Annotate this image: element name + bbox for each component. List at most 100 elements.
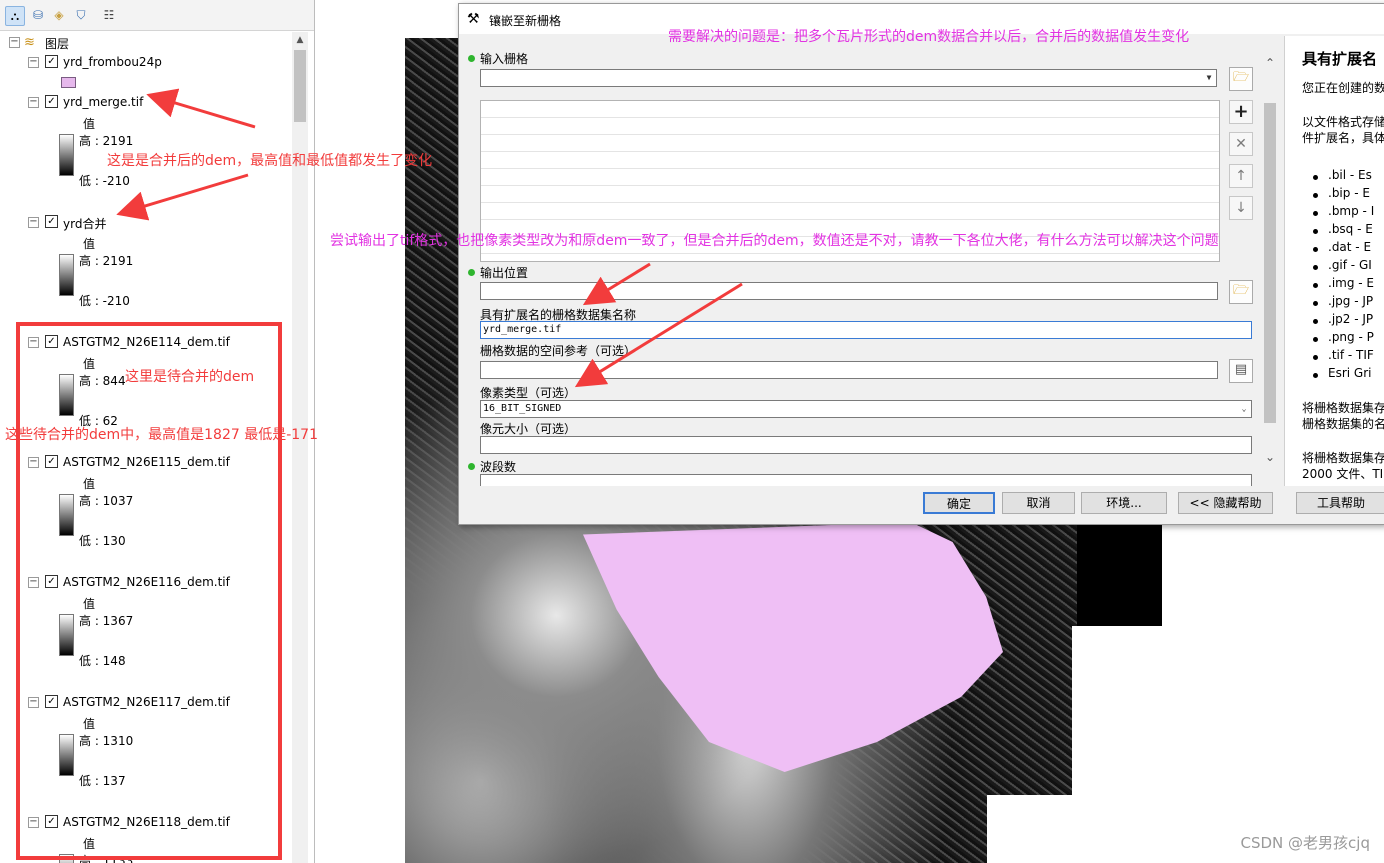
layer-visibility-checkbox[interactable]: ✓ [45, 95, 58, 108]
help-paragraph: 您正在创建的数 [1302, 81, 1384, 95]
legend-value-label: 值 [83, 717, 96, 731]
layer-name[interactable]: ASTGTM2_N26E114_dem.tif [63, 335, 230, 349]
remove-icon[interactable]: ✕ [1229, 132, 1253, 156]
spatial-reference-input[interactable] [480, 361, 1218, 379]
options-icon[interactable]: ☷ [100, 6, 118, 24]
browse-folder-icon[interactable]: 🗁 [1229, 280, 1253, 304]
layer-name[interactable]: yrd_merge.tif [63, 95, 143, 109]
hammer-icon: ⚒ [467, 11, 480, 27]
list-by-source-icon[interactable]: ⛁ [29, 6, 47, 24]
cancel-button[interactable]: 取消 [1002, 492, 1075, 514]
toc-scroll-thumb[interactable] [294, 50, 306, 122]
format-item: .bsq - E [1328, 222, 1373, 236]
layer-name[interactable]: yrd合并 [63, 215, 106, 232]
output-location-input[interactable] [480, 282, 1218, 300]
legend-value-label: 值 [83, 357, 96, 371]
dialog-title: 镶嵌至新栅格 [489, 14, 562, 28]
list-by-selection-icon[interactable]: ⛉ [72, 6, 90, 24]
layer-visibility-checkbox[interactable]: ✓ [45, 575, 58, 588]
grayscale-ramp[interactable] [59, 734, 74, 776]
legend-value-label: 值 [83, 837, 96, 851]
list-by-visibility-icon[interactable]: ◈ [50, 6, 68, 24]
pending-dem-highlight-box [16, 322, 282, 860]
layer-collapse-toggle[interactable]: − [28, 337, 39, 348]
layer-collapse-toggle[interactable]: − [28, 217, 39, 228]
layer-name[interactable]: ASTGTM2_N26E117_dem.tif [63, 695, 230, 709]
pixel-type-select[interactable]: 16_BIT_SIGNED ⌄ [480, 400, 1252, 418]
layer-collapse-toggle[interactable]: − [28, 817, 39, 828]
scroll-up-arrow-icon[interactable]: ⌃ [1262, 56, 1278, 70]
grayscale-ramp[interactable] [59, 494, 74, 536]
layer-visibility-checkbox[interactable]: ✓ [45, 695, 58, 708]
layer-name[interactable]: ASTGTM2_N26E115_dem.tif [63, 455, 230, 469]
dialog-button-bar: 确定 取消 环境... << 隐藏帮助 工具帮助 [459, 486, 1384, 524]
output-location-label: 输出位置 [480, 266, 529, 280]
required-dot-icon [468, 463, 475, 470]
hide-help-button[interactable]: << 隐藏帮助 [1178, 492, 1273, 514]
help-panel: 具有扩展名 您正在创建的数 以文件格式存储 件扩展名，具体 .bil - Es … [1284, 36, 1384, 486]
add-icon[interactable]: + [1229, 100, 1253, 124]
input-rasters-combo[interactable]: ▼ [480, 69, 1217, 87]
scroll-up-arrow-icon[interactable]: ▲ [292, 32, 308, 48]
layers-icon: ≋ [24, 35, 35, 50]
layer-name[interactable]: ASTGTM2_N26E116_dem.tif [63, 575, 230, 589]
layer-visibility-checkbox[interactable]: ✓ [45, 215, 58, 228]
move-up-icon[interactable]: ↑ [1229, 164, 1253, 188]
format-item: .bil - Es [1328, 168, 1372, 182]
bullet-dot [1313, 373, 1318, 378]
legend-value-label: 值 [83, 237, 96, 251]
help-paragraph: 将栅格数据集存 [1302, 451, 1384, 465]
browse-folder-icon[interactable]: 🗁 [1229, 67, 1253, 91]
list-by-drawing-order-icon[interactable]: ⛬ [5, 6, 25, 26]
layer-visibility-checkbox[interactable]: ✓ [45, 455, 58, 468]
pending-dem-annotation: 这里是待合并的dem [125, 369, 255, 385]
grayscale-ramp[interactable] [59, 254, 74, 296]
format-item: .img - E [1328, 276, 1374, 290]
bullet-dot [1313, 229, 1318, 234]
watermark: CSDN @老男孩cjq [1240, 834, 1370, 852]
layer-collapse-toggle[interactable]: − [28, 697, 39, 708]
layer-visibility-checkbox[interactable]: ✓ [45, 335, 58, 348]
attempt-annotation: 尝试输出了tif格式，也把像素类型改为和原dem一致了，但是合并后的dem，数值… [330, 233, 1219, 249]
tool-help-button[interactable]: 工具帮助 [1296, 492, 1384, 514]
layer-visibility-checkbox[interactable]: ✓ [45, 55, 58, 68]
bullet-dot [1313, 193, 1318, 198]
help-paragraph: 件扩展名，具体 [1302, 131, 1384, 145]
spatial-reference-properties-icon[interactable]: ▤ [1229, 359, 1253, 383]
layer-collapse-toggle[interactable]: − [28, 457, 39, 468]
bands-input[interactable] [480, 474, 1252, 486]
grayscale-ramp[interactable] [59, 854, 74, 863]
format-item: .png - P [1328, 330, 1374, 344]
legend-low-value: 低 : 137 [79, 774, 126, 788]
layer-name[interactable]: yrd_frombou24p [63, 55, 162, 69]
legend-value-label: 值 [83, 597, 96, 611]
layer-visibility-checkbox[interactable]: ✓ [45, 815, 58, 828]
layer-name[interactable]: ASTGTM2_N26E118_dem.tif [63, 815, 230, 829]
layer-collapse-toggle[interactable]: − [28, 577, 39, 588]
chevron-down-icon[interactable]: ⌄ [1237, 401, 1251, 417]
legend-high-value: 高 : 1133 [79, 854, 134, 863]
grayscale-ramp[interactable] [59, 374, 74, 416]
root-collapse-toggle[interactable]: − [9, 37, 20, 48]
grayscale-ramp[interactable] [59, 614, 74, 656]
mosaic-to-new-raster-dialog: ⚒ 镶嵌至新栅格 输入栅格 ▼ 🗁 + ✕ ↑ ↓ 输出位置 🗁 具有扩展名的栅… [458, 3, 1384, 525]
form-scroll-thumb[interactable] [1264, 103, 1276, 423]
dataset-name-input[interactable]: yrd_merge.tif [480, 321, 1252, 339]
scroll-down-arrow-icon[interactable]: ⌄ [1262, 450, 1278, 464]
help-paragraph: 以文件格式存储 [1302, 115, 1384, 129]
layer-collapse-toggle[interactable]: − [28, 97, 39, 108]
required-dot-icon [468, 55, 475, 62]
move-down-icon[interactable]: ↓ [1229, 196, 1253, 220]
environments-button[interactable]: 环境... [1081, 492, 1167, 514]
layer-collapse-toggle[interactable]: − [28, 57, 39, 68]
format-item: .jpg - JP [1328, 294, 1374, 308]
tool-parameters-form: 输入栅格 ▼ 🗁 + ✕ ↑ ↓ 输出位置 🗁 具有扩展名的栅格数据集名称 yr… [459, 36, 1279, 486]
grayscale-ramp[interactable] [59, 134, 74, 176]
dropdown-arrow-icon[interactable]: ▼ [1202, 70, 1216, 86]
help-paragraph: 栅格数据集的名 [1302, 417, 1384, 431]
pixel-type-label: 像素类型（可选） [480, 386, 577, 400]
legend-low-value: 低 : -210 [79, 174, 130, 188]
ok-button[interactable]: 确定 [923, 492, 995, 514]
polygon-symbol-swatch[interactable] [61, 77, 76, 88]
cell-size-input[interactable] [480, 436, 1252, 454]
